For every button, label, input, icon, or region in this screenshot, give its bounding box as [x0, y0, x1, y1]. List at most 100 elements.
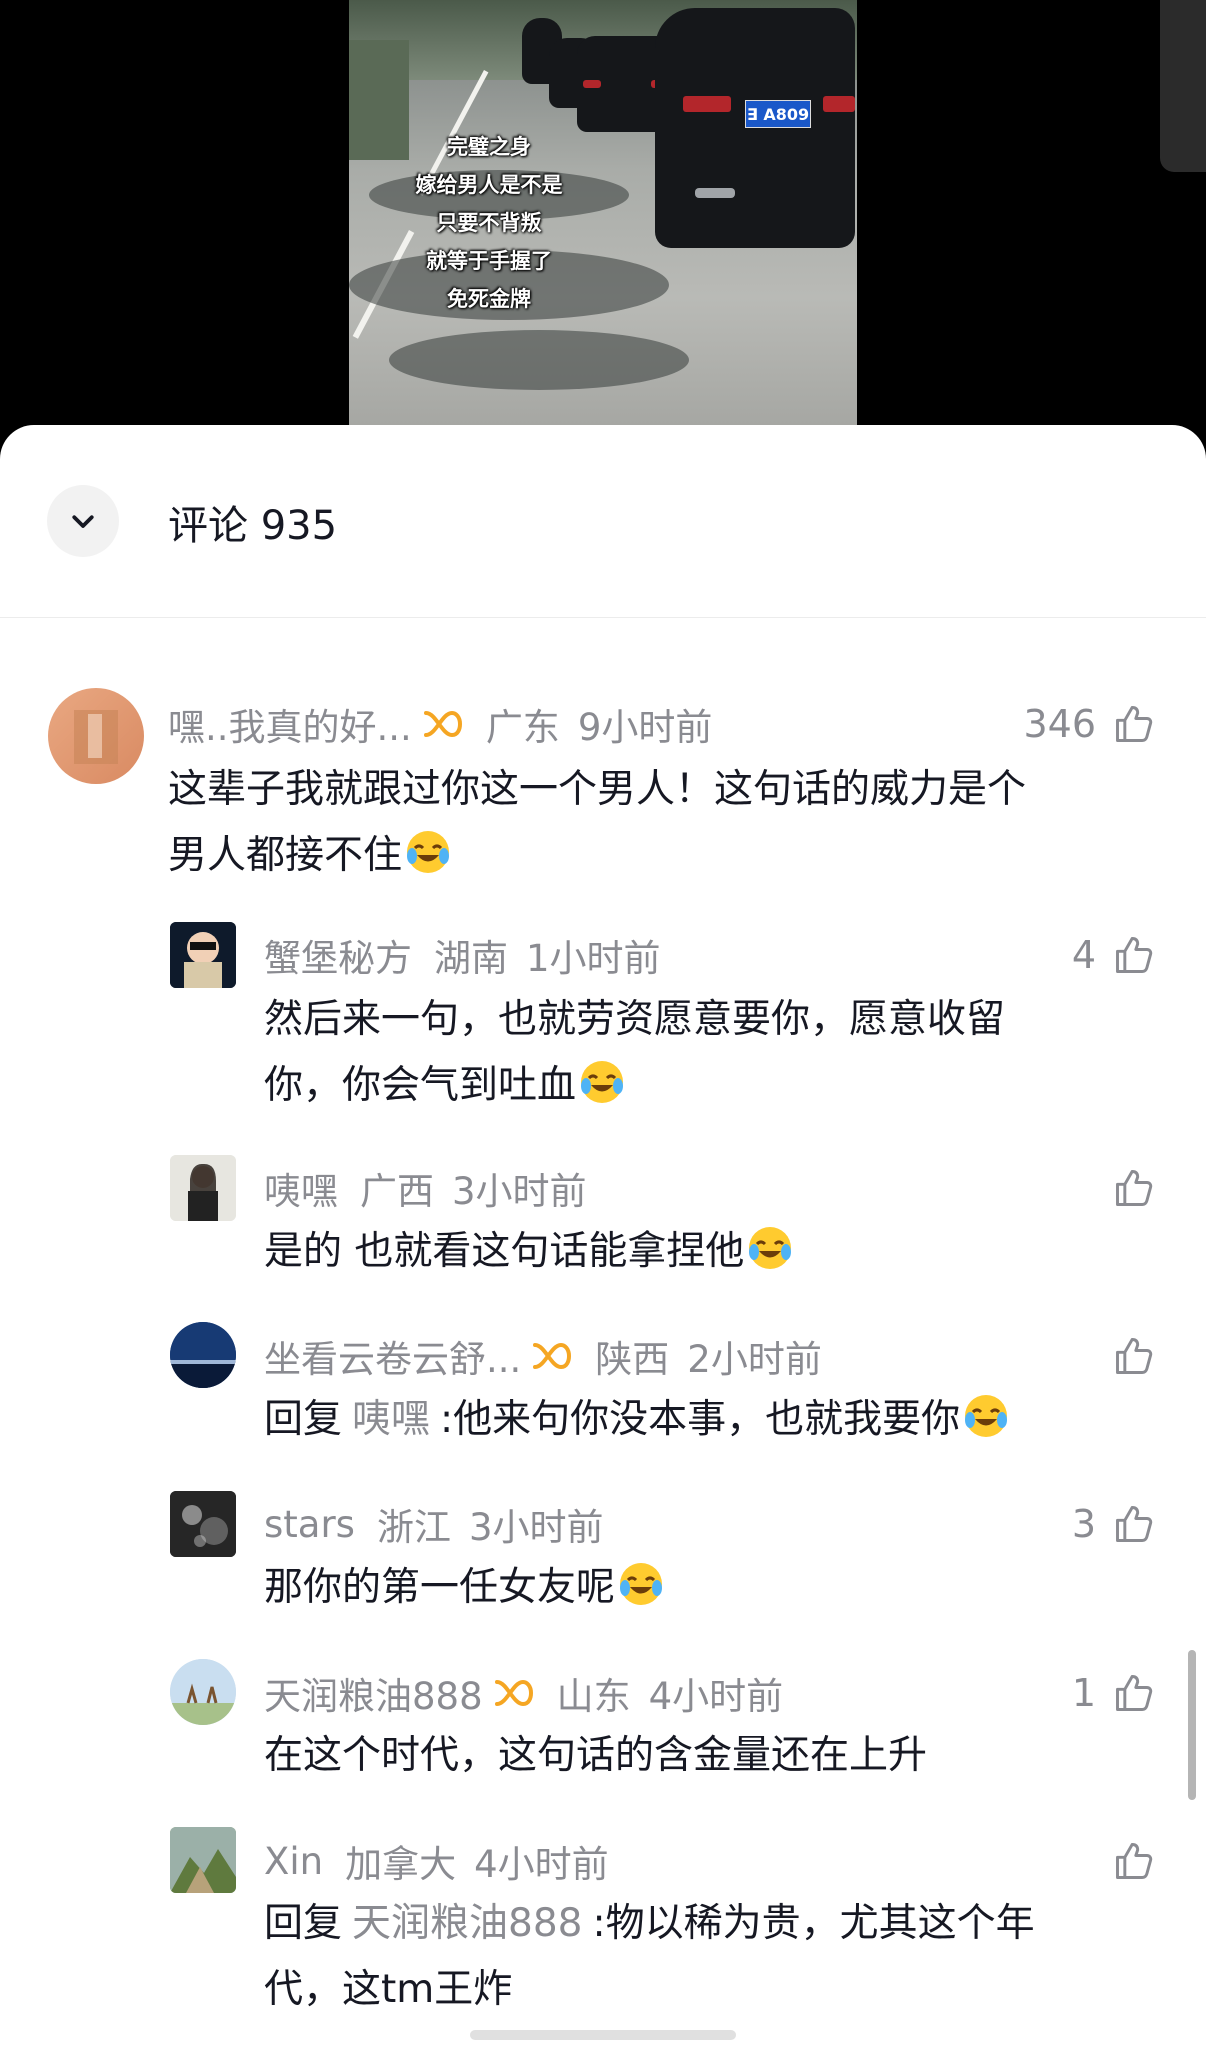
- comment-line: 回复 咦嘿:他来句你没本事，也就我要你: [264, 1387, 1010, 1453]
- comment-line: 这辈子我就跟过你这一个男人！这句话的威力是个: [168, 767, 1027, 812]
- username[interactable]: 天润粮油888: [264, 1666, 483, 1720]
- comment-line: 你，你会气到吐血: [264, 1053, 1005, 1119]
- comment-line-text: 是的 也就看这句话能拿捏他: [264, 1229, 745, 1274]
- laugh-cry-emoji: [407, 831, 450, 873]
- tail-light: [683, 96, 731, 112]
- avatar[interactable]: [170, 1155, 236, 1221]
- timestamp: 2小时前: [687, 1338, 822, 1381]
- avatar[interactable]: [170, 1322, 236, 1388]
- avatar-image: [170, 1827, 236, 1893]
- laugh-cry-emoji: [581, 1061, 624, 1103]
- caption-line: 嫁给男人是不是: [415, 173, 563, 197]
- avatar-image: [170, 1491, 236, 1557]
- video-side-panel[interactable]: [1160, 0, 1206, 172]
- comment-meta: Xin 加拿大 4小时前: [264, 1836, 609, 1887]
- tree-shadow: [389, 330, 689, 390]
- thumbs-up-icon: [1116, 1675, 1153, 1711]
- comment-text: 然后来一句，也就劳资愿意要你，愿意收留 你，你会气到吐血: [264, 987, 1005, 1119]
- comment-line: 回复 天润粮油888:物以稀为贵，尤其这个年: [264, 1891, 1035, 1957]
- comment-text: 是的 也就看这句话能拿捏他: [264, 1219, 794, 1285]
- region-label: 广东: [485, 706, 560, 749]
- like-button[interactable]: [1096, 1836, 1156, 1886]
- comment-meta: 嘿..我真的好... 广东 9小时前: [168, 699, 712, 749]
- comment-meta: stars 浙江 3小时前: [264, 1499, 604, 1550]
- reply-prefix: 回复: [264, 1901, 343, 1946]
- thumbs-up-icon: [1116, 1170, 1153, 1206]
- username[interactable]: 坐看云卷云舒...: [264, 1329, 521, 1383]
- fan-badge-icon: [531, 1339, 573, 1373]
- username[interactable]: stars: [264, 1503, 355, 1546]
- comment-meta: 天润粮油888 山东 4小时前: [264, 1668, 783, 1718]
- comment-line: 男人都接不住: [168, 823, 1026, 889]
- avatar-image: [74, 710, 118, 764]
- timestamp: 4小时前: [648, 1675, 784, 1718]
- thumbs-up-icon: [1116, 937, 1153, 973]
- comments-sheet: 评论 935 嘿..我真的好... 广东 9小时前 346 这辈子我就跟过你这一…: [0, 425, 1206, 2048]
- like-count: 1: [1071, 1671, 1096, 1715]
- avatar[interactable]: [170, 1659, 236, 1725]
- laugh-cry-emoji: [749, 1227, 792, 1269]
- collapse-button[interactable]: [47, 485, 119, 557]
- region-label: 广西: [360, 1170, 434, 1213]
- license-plate: ∃ A809: [745, 100, 811, 128]
- caption-line: 就等于手握了: [426, 249, 552, 273]
- like-count: 3: [1071, 1502, 1096, 1546]
- avatar-image: [170, 1322, 236, 1388]
- reply-target-username[interactable]: 咦嘿: [352, 1397, 430, 1442]
- like-button[interactable]: 1: [1072, 1668, 1156, 1718]
- comment-meta: 坐看云卷云舒... 陕西 2小时前: [264, 1331, 822, 1381]
- avatar-image: [170, 1155, 236, 1221]
- username[interactable]: Xin: [264, 1840, 323, 1883]
- laugh-cry-emoji: [965, 1395, 1008, 1437]
- like-button[interactable]: 346: [1023, 699, 1156, 749]
- comments-header: 评论 935: [0, 425, 1206, 618]
- comment-line: 在这个时代，这句话的含金量还在上升: [264, 1733, 928, 1778]
- comment-line: 是的 也就看这句话能拿捏他: [264, 1219, 794, 1285]
- laugh-cry-emoji: [620, 1563, 663, 1605]
- scrollbar[interactable]: [1188, 1650, 1196, 1800]
- username[interactable]: 嘿..我真的好...: [168, 697, 412, 751]
- caption-line: 完璧之身: [447, 135, 531, 159]
- comments-title: 评论 935: [168, 503, 338, 549]
- timestamp: 9小时前: [577, 706, 713, 749]
- like-button[interactable]: 4: [1072, 930, 1156, 980]
- avatar[interactable]: [170, 922, 236, 988]
- comment-line: 那你的第一任女友呢: [264, 1555, 665, 1621]
- avatar[interactable]: [170, 1491, 236, 1557]
- region-label: 湖南: [434, 937, 508, 980]
- timestamp: 1小时前: [526, 937, 661, 980]
- like-count: 4: [1071, 933, 1096, 977]
- caption-line: 免死金牌: [447, 287, 531, 311]
- like-button[interactable]: 3: [1072, 1499, 1156, 1549]
- timestamp: 4小时前: [474, 1843, 609, 1886]
- username[interactable]: 蟹堡秘方: [264, 928, 412, 982]
- region-label: 浙江: [376, 1506, 451, 1549]
- avatar-image: [170, 922, 236, 988]
- region-label: 陕西: [595, 1338, 670, 1381]
- avatar[interactable]: [48, 688, 144, 784]
- like-button[interactable]: [1096, 1163, 1156, 1213]
- comment-line-text: 那你的第一任女友呢: [264, 1565, 616, 1610]
- comment-line-text: 你，你会气到吐血: [264, 1063, 577, 1108]
- comment-meta: 咦嘿 广西 3小时前: [264, 1163, 587, 1213]
- like-button[interactable]: [1096, 1331, 1156, 1381]
- tail-light: [583, 80, 601, 88]
- car-mercedes: ∃ A809: [655, 8, 855, 248]
- region-label: 加拿大: [345, 1843, 457, 1886]
- exhaust: [695, 188, 735, 198]
- comment-meta: 蟹堡秘方 湖南 1小时前: [264, 930, 661, 980]
- video-frame[interactable]: ∃ A809 完璧之身 嫁给男人是不是 只要不背叛 就等于手握了 免死金牌: [349, 0, 857, 425]
- video-player[interactable]: ∃ A809 完璧之身 嫁给男人是不是 只要不背叛 就等于手握了 免死金牌: [0, 0, 1206, 425]
- video-caption: 完璧之身 嫁给男人是不是 只要不背叛 就等于手握了 免死金牌: [349, 128, 629, 318]
- comment-line-text: :物以稀为贵，尤其这个年: [592, 1901, 1035, 1946]
- thumbs-up-icon: [1116, 1843, 1153, 1879]
- thumbs-up-icon: [1116, 1338, 1153, 1374]
- chevron-down-icon: [72, 515, 94, 528]
- fan-badge-icon: [422, 707, 464, 741]
- reply-target-username[interactable]: 天润粮油888: [352, 1901, 582, 1946]
- home-indicator[interactable]: [470, 2030, 736, 2040]
- username[interactable]: 咦嘿: [264, 1161, 338, 1215]
- region-label: 山东: [556, 1675, 631, 1718]
- comment-text: 这辈子我就跟过你这一个男人！这句话的威力是个 男人都接不住: [168, 757, 1026, 889]
- avatar[interactable]: [170, 1827, 236, 1893]
